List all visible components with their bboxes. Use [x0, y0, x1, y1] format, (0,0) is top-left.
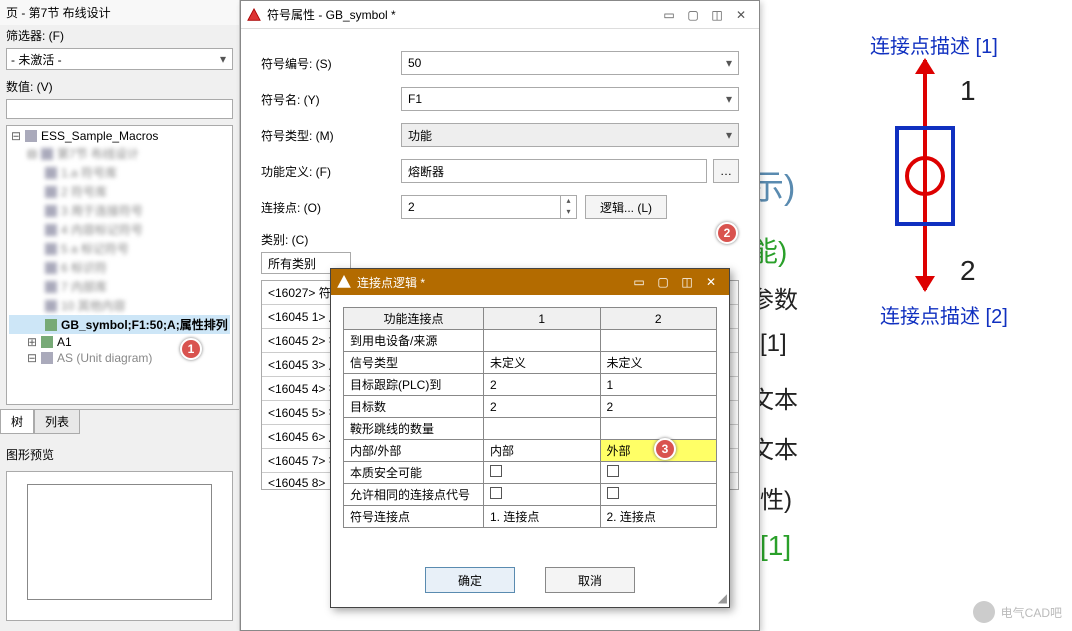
filter-combo[interactable]: - 未激活 -: [6, 48, 233, 70]
chevron-up-icon: ▴: [561, 196, 576, 207]
window-btn-icon[interactable]: ◫: [675, 272, 699, 292]
checkbox[interactable]: [490, 465, 502, 477]
label-symbol-name: 符号名: (Y): [261, 91, 401, 108]
watermark: 电气CAD吧: [973, 601, 1062, 623]
col-fn: 功能连接点: [344, 308, 484, 330]
tree-node[interactable]: ⊟第7节 布线设计: [9, 144, 230, 163]
logic-button[interactable]: 逻辑... (L): [585, 195, 667, 219]
drawing-canvas: 连接点描述 [1] 1 2 连接点描述 [2] 示) 能) 参数 [1] 文本 …: [760, 0, 1072, 631]
preview-box: [6, 471, 233, 621]
window-btn-icon[interactable]: ▭: [657, 5, 681, 25]
logic-table[interactable]: 功能连接点12 到用电设备/来源 信号类型未定义未定义 目标跟踪(PLC)到21…: [343, 307, 717, 528]
label-symbol-type: 符号类型: (M): [261, 127, 401, 144]
preview-label: 图形预览: [0, 442, 239, 467]
value-input[interactable]: [6, 99, 233, 119]
navigator-panel: 页 - 第7节 布线设计 筛选器: (F) - 未激活 - 数值: (V) ⊟E…: [0, 0, 240, 631]
table-row: 允许相同的连接点代号: [344, 484, 717, 506]
browse-button[interactable]: …: [713, 159, 739, 183]
tree-node-selected[interactable]: GB_symbol;F1:50;A;属性排列: [9, 315, 230, 334]
tree-node[interactable]: 3 用于连接符号: [9, 201, 230, 220]
spinner[interactable]: ▴▾: [561, 195, 577, 219]
app-icon: [337, 275, 351, 289]
chevron-down-icon: ▾: [561, 207, 576, 218]
table-row: 本质安全可能: [344, 462, 717, 484]
select-symbol-type[interactable]: 功能: [401, 123, 739, 147]
window-btn-icon[interactable]: ▢: [681, 5, 705, 25]
tree-node[interactable]: 4 内容标记符号: [9, 220, 230, 239]
conn-desc-1: 连接点描述 [1]: [870, 30, 998, 59]
close-icon[interactable]: ✕: [699, 272, 723, 292]
table-row: 到用电设备/来源: [344, 330, 717, 352]
connection-logic-dialog: 连接点逻辑 * ▭ ▢ ◫ ✕ 功能连接点12 到用电设备/来源 信号类型未定义…: [330, 268, 730, 608]
tree-node[interactable]: 7 内部库: [9, 277, 230, 296]
sub-titlebar[interactable]: 连接点逻辑 * ▭ ▢ ◫ ✕: [331, 269, 729, 295]
label-symbol-id: 符号编号: (S): [261, 55, 401, 72]
pin-2: 2: [960, 255, 976, 287]
sub-title-text: 连接点逻辑 *: [357, 274, 425, 291]
fuse-symbol: [895, 60, 955, 290]
pin-1: 1: [960, 75, 976, 107]
col-1: 1: [484, 308, 601, 330]
table-row: 鞍形跳线的数量: [344, 418, 717, 440]
table-row: 目标数22: [344, 396, 717, 418]
checkbox[interactable]: [490, 487, 502, 499]
table-row: 符号连接点1. 连接点2. 连接点: [344, 506, 717, 528]
label-func-def: 功能定义: (F): [261, 163, 401, 180]
step-badge-3: 3: [654, 438, 676, 460]
panel-title: 页 - 第7节 布线设计: [0, 0, 239, 25]
tree-node[interactable]: 1.a 符号库: [9, 163, 230, 182]
step-badge-1: 1: [180, 338, 202, 360]
close-icon[interactable]: ✕: [729, 5, 753, 25]
tab-tree[interactable]: 树: [0, 410, 34, 434]
tree-node[interactable]: 10 其他内容: [9, 296, 230, 315]
tree-node[interactable]: 5 a 标记符号: [9, 239, 230, 258]
window-btn-icon[interactable]: ▢: [651, 272, 675, 292]
folder-icon: [25, 130, 37, 142]
page-tree[interactable]: ⊟ESS_Sample_Macros ⊟第7节 布线设计 1.a 符号库 2 符…: [6, 125, 233, 405]
checkbox[interactable]: [607, 465, 619, 477]
tree-node[interactable]: 2 符号库: [9, 182, 230, 201]
tree-root[interactable]: ⊟ESS_Sample_Macros: [9, 128, 230, 144]
input-symbol-id[interactable]: 50: [401, 51, 739, 75]
window-btn-icon[interactable]: ▭: [627, 272, 651, 292]
input-func-def[interactable]: 熔断器: [401, 159, 707, 183]
tree-node[interactable]: 6 标识符: [9, 258, 230, 277]
wechat-icon: [973, 601, 995, 623]
app-icon: [247, 8, 261, 22]
cancel-button[interactable]: 取消: [545, 567, 635, 593]
filter-label: 筛选器: (F): [0, 25, 239, 46]
tab-list[interactable]: 列表: [34, 410, 80, 434]
dialog-titlebar[interactable]: 符号属性 - GB_symbol * ▭ ▢ ◫ ✕: [241, 1, 759, 29]
nav-tabs: 树 列表: [0, 409, 239, 434]
input-symbol-name[interactable]: F1: [401, 87, 739, 111]
label-category: 类别: (C): [261, 231, 401, 248]
value-label: 数值: (V): [0, 76, 239, 97]
ok-button[interactable]: 确定: [425, 567, 515, 593]
input-conn-points[interactable]: 2: [401, 195, 561, 219]
step-badge-2: 2: [716, 222, 738, 244]
col-2: 2: [600, 308, 717, 330]
arrow-down-icon: [915, 276, 935, 292]
dialog-title: 符号属性 - GB_symbol *: [267, 6, 396, 23]
arrow-up-icon: [915, 58, 935, 74]
checkbox[interactable]: [607, 487, 619, 499]
resize-grip-icon[interactable]: ◢: [718, 591, 727, 605]
table-row: 目标跟踪(PLC)到21: [344, 374, 717, 396]
table-row: 信号类型未定义未定义: [344, 352, 717, 374]
window-btn-icon[interactable]: ◫: [705, 5, 729, 25]
label-conn-points: 连接点: (O): [261, 199, 401, 216]
conn-desc-2: 连接点描述 [2]: [880, 300, 1008, 329]
